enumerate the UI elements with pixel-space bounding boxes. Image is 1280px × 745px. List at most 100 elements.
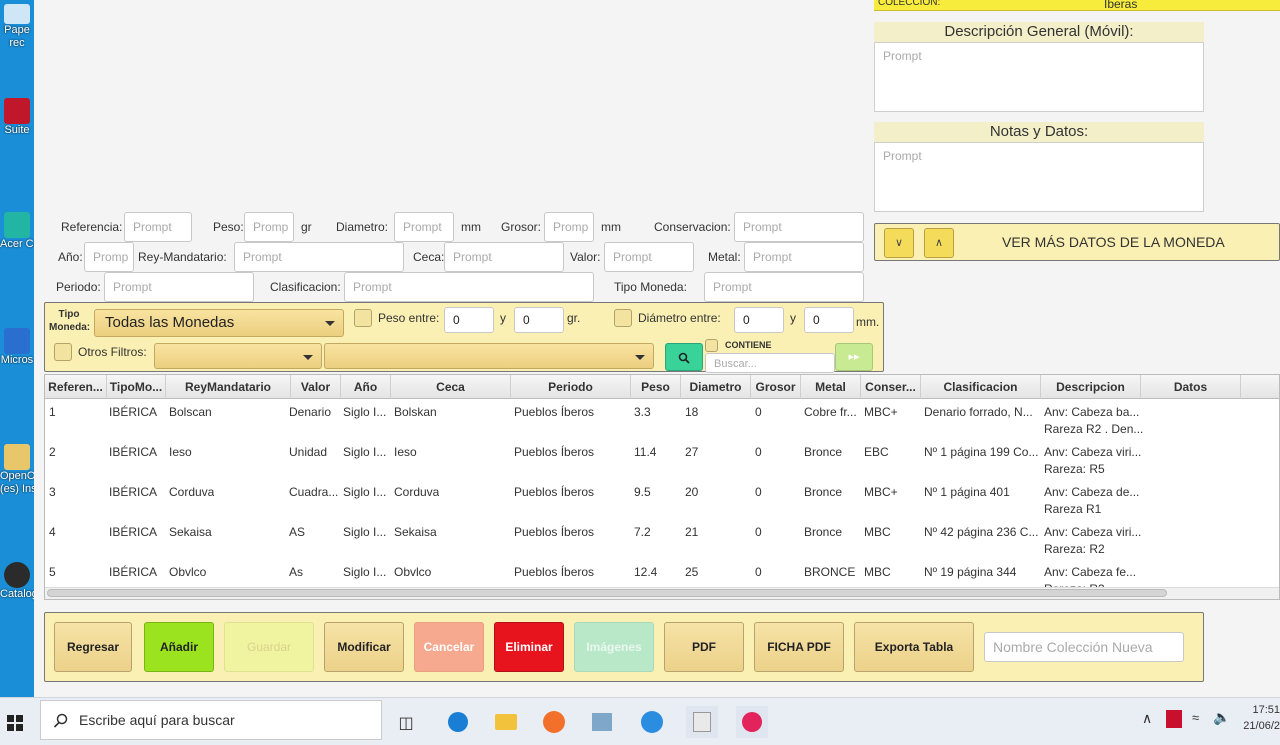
col-header-tipo[interactable]: TipoMo... (107, 375, 166, 399)
tipo-moneda-input[interactable]: Prompt (704, 272, 864, 302)
clasificacion-input[interactable]: Prompt (344, 272, 594, 302)
coin-app-icon (4, 562, 30, 588)
taskbar-firefox[interactable] (538, 706, 570, 738)
taskbar-java[interactable] (686, 706, 718, 738)
desc-movil-title: Descripción General (Móvil): (874, 22, 1204, 42)
col-header-clasificacion[interactable]: Clasificacion (921, 375, 1041, 399)
table-row[interactable]: 3 IBÉRICA Corduva Cuadra... Siglo I... C… (45, 481, 1279, 521)
col-header-rey[interactable]: ReyMandatario (166, 375, 291, 399)
col-header-peso[interactable]: Peso (631, 375, 681, 399)
search-button[interactable] (665, 343, 703, 371)
peso-min-input[interactable]: 0 (444, 307, 494, 333)
desktop-icon-papelera[interactable]: Pape rec (0, 4, 34, 50)
action-bar: Regresar Añadir Guardar Modificar Cancel… (44, 612, 1204, 682)
desktop-icon-suite[interactable]: Suite (0, 98, 34, 137)
nombre-coleccion-input[interactable]: Nombre Colección Nueva (984, 632, 1184, 662)
peso-input[interactable]: Promp (244, 212, 294, 242)
wifi-icon[interactable]: ≈ (1192, 710, 1199, 725)
scrollbar-thumb[interactable] (47, 589, 1167, 597)
taskbar-recorder[interactable] (736, 706, 768, 738)
edge-icon (448, 712, 468, 732)
anadir-button[interactable]: Añadir (144, 622, 214, 672)
otros-filtros-label: Otros Filtros: (78, 345, 147, 359)
expand-down-button[interactable]: ∨ (884, 228, 914, 258)
regresar-button[interactable]: Regresar (54, 622, 132, 672)
taskbar-clock[interactable]: 17:51 21/06/2 (1238, 702, 1280, 734)
periodo-input[interactable]: Prompt (104, 272, 254, 302)
peso-filter-checkbox[interactable] (354, 309, 372, 327)
exporta-tabla-button[interactable]: Exporta Tabla (854, 622, 974, 672)
buscar-input[interactable]: Buscar... (705, 353, 835, 373)
eliminar-button[interactable]: Eliminar (494, 622, 564, 672)
table-row[interactable]: 1 IBÉRICA Bolscan Denario Siglo I... Bol… (45, 401, 1279, 441)
grosor-input[interactable]: Promp (544, 212, 594, 242)
otros-filtros-checkbox[interactable] (54, 343, 72, 361)
col-header-datos[interactable]: Datos (1141, 375, 1241, 399)
diametro-filter-checkbox[interactable] (614, 309, 632, 327)
expand-up-button[interactable]: ∧ (924, 228, 954, 258)
col-header-diametro[interactable]: Diametro (681, 375, 751, 399)
ver-mas-label[interactable]: VER MÁS DATOS DE LA MONEDA (1002, 224, 1225, 260)
volume-icon[interactable]: 🔈 (1213, 709, 1230, 726)
tipo-moneda-select[interactable]: Todas las Monedas (94, 309, 344, 337)
taskbar-explorer[interactable] (490, 706, 522, 738)
table-row[interactable]: 4 IBÉRICA Sekaisa AS Siglo I... Sekaisa … (45, 521, 1279, 561)
referencia-input[interactable]: Prompt (124, 212, 192, 242)
otros-filtros-select-2[interactable] (324, 343, 654, 369)
col-header-ano[interactable]: Año (341, 375, 391, 399)
horizontal-scrollbar[interactable] (45, 587, 1279, 599)
taskbar-edge[interactable] (442, 706, 474, 738)
fast-forward-button[interactable]: ▸▸ (835, 343, 873, 371)
contiene-checkbox[interactable] (705, 339, 718, 352)
desktop-icon-micros[interactable]: Micros (0, 328, 34, 367)
col-header-periodo[interactable]: Periodo (511, 375, 631, 399)
ceca-input[interactable]: Prompt (444, 242, 564, 272)
conservacion-input[interactable]: Prompt (734, 212, 864, 242)
pdf-button[interactable]: PDF (664, 622, 744, 672)
desc-movil-textarea[interactable]: Prompt (874, 42, 1204, 112)
task-view-button[interactable]: ◫ (390, 706, 422, 738)
rey-input[interactable]: Prompt (234, 242, 404, 272)
valor-input[interactable]: Prompt (604, 242, 694, 272)
col-header-referencia[interactable]: Referen... (45, 375, 107, 399)
col-header-conservacion[interactable]: Conser... (861, 375, 921, 399)
desktop-icon-openoffice[interactable]: OpenO (es) Ins (0, 444, 34, 496)
conservacion-label: Conservacion: (654, 220, 731, 234)
mcafee-icon[interactable] (1166, 710, 1182, 728)
otros-filtros-select-1[interactable] (154, 343, 322, 369)
col-header-ceca[interactable]: Ceca (391, 375, 511, 399)
col-header-metal[interactable]: Metal (801, 375, 861, 399)
notas-title: Notas y Datos: (874, 122, 1204, 142)
guardar-button[interactable]: Guardar (224, 622, 314, 672)
table-row[interactable]: 2 IBÉRICA Ieso Unidad Siglo I... Ieso Pu… (45, 441, 1279, 481)
diametro-unit: mm (461, 220, 481, 234)
col-header-valor[interactable]: Valor (291, 375, 341, 399)
taskbar-notebook-app[interactable] (586, 706, 618, 738)
filter-panel: Tipo Moneda: Todas las Monedas Peso entr… (44, 302, 884, 373)
taskbar-search-box[interactable]: Escribe aquí para buscar (40, 700, 382, 740)
windows-icon (7, 715, 23, 732)
diametro-min-input[interactable]: 0 (734, 307, 784, 333)
ficha-pdf-button[interactable]: FICHA PDF (754, 622, 844, 672)
diametro-max-input[interactable]: 0 (804, 307, 854, 333)
tray-chevron-up-icon[interactable]: ∧ (1142, 710, 1152, 727)
notas-textarea[interactable]: Prompt (874, 142, 1204, 212)
diametro-input[interactable]: Prompt (394, 212, 454, 242)
java-icon (693, 712, 711, 732)
table-header: Referen... TipoMo... ReyMandatario Valor… (45, 375, 1279, 399)
imagenes-button[interactable]: Imágenes (574, 622, 654, 672)
modificar-button[interactable]: Modificar (324, 622, 404, 672)
acer-app-icon (4, 212, 30, 238)
desktop-icon-catalogo[interactable]: Catalog (0, 562, 34, 601)
peso-max-input[interactable]: 0 (514, 307, 564, 333)
col-header-descripcion[interactable]: Descripcion (1041, 375, 1141, 399)
metal-input[interactable]: Prompt (744, 242, 864, 272)
notebook-icon (592, 713, 612, 731)
ano-input[interactable]: Promp (84, 242, 134, 272)
col-header-grosor[interactable]: Grosor (751, 375, 801, 399)
taskbar-app-blue[interactable] (636, 706, 668, 738)
taskbar-search-placeholder: Escribe aquí para buscar (79, 712, 235, 728)
desktop-icon-acer[interactable]: Acer Ca (0, 212, 34, 251)
start-button[interactable] (0, 706, 30, 738)
cancelar-button[interactable]: Cancelar (414, 622, 484, 672)
